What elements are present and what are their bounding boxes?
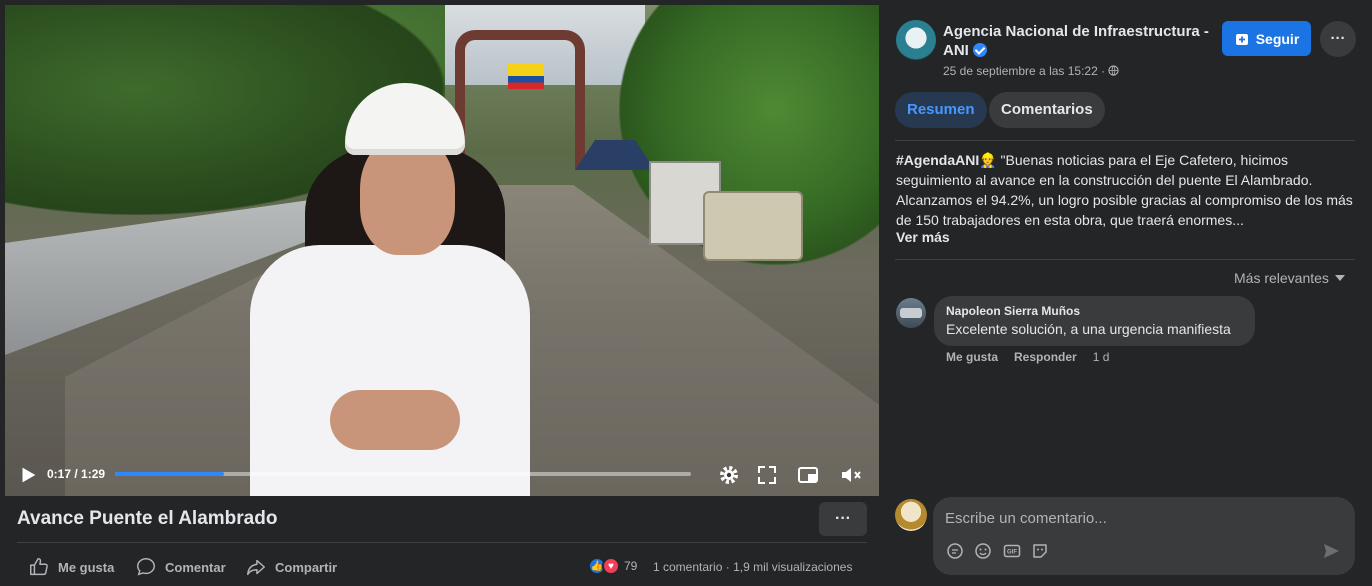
comment-author[interactable]: Napoleon Sierra Muños bbox=[946, 304, 1243, 318]
sticker-icon[interactable] bbox=[945, 541, 965, 561]
comment-count[interactable]: 1 comentario bbox=[653, 560, 722, 574]
settings-gear-icon[interactable] bbox=[717, 463, 741, 487]
comment-text: Excelente solución, a una urgencia manif… bbox=[946, 321, 1231, 337]
comment-age[interactable]: 1 d bbox=[1093, 350, 1110, 364]
globe-icon bbox=[1108, 65, 1120, 76]
muted-volume-icon[interactable] bbox=[839, 463, 863, 487]
sticker-face-icon[interactable] bbox=[1030, 541, 1050, 561]
reaction-summary[interactable]: 👍 ♥ 79 bbox=[588, 557, 637, 575]
comment-input[interactable] bbox=[945, 507, 1335, 529]
video-controls: 0:17 / 1:29 bbox=[5, 455, 879, 495]
follow-button[interactable]: Seguir bbox=[1222, 21, 1311, 56]
like-label: Me gusta bbox=[58, 559, 115, 575]
view-count: 1,9 mil visualizaciones bbox=[733, 560, 853, 574]
divider bbox=[17, 542, 867, 543]
share-label: Compartir bbox=[275, 559, 338, 575]
video-frame-bridge bbox=[455, 30, 585, 170]
stats-separator: · bbox=[725, 560, 734, 574]
comment-bubble: Napoleon Sierra Muños Excelente solución… bbox=[934, 296, 1255, 346]
post-actions-bar: Me gusta Comentar Compartir 👍 ♥ 79 1 com… bbox=[0, 550, 880, 584]
divider bbox=[895, 140, 1355, 141]
play-button[interactable] bbox=[17, 464, 39, 486]
video-frame-flag bbox=[508, 63, 544, 89]
chevron-down-icon bbox=[1334, 275, 1345, 281]
comment-like-link[interactable]: Me gusta bbox=[946, 350, 998, 364]
tab-comments[interactable]: Comentarios bbox=[989, 92, 1105, 128]
comment-label: Comentar bbox=[165, 559, 226, 575]
follow-label: Seguir bbox=[1255, 30, 1300, 47]
sort-label: Más relevantes bbox=[1234, 270, 1329, 286]
video-title: Avance Puente el Alambrado bbox=[17, 508, 278, 529]
video-panel: 0:17 / 1:29 Avance Puente el Alambrado ·… bbox=[0, 0, 880, 586]
page-avatar[interactable] bbox=[896, 20, 936, 60]
comment-actions: Me gusta Responder 1 d bbox=[946, 350, 1109, 364]
page-name-link[interactable]: Agencia Nacional de Infraestructura - AN… bbox=[943, 22, 1213, 60]
like-button[interactable]: Me gusta bbox=[28, 550, 114, 584]
tab-summary[interactable]: Resumen bbox=[895, 92, 987, 128]
video-frame-trailer bbox=[703, 191, 803, 261]
video-player[interactable] bbox=[5, 5, 879, 496]
commenter-avatar[interactable] bbox=[896, 298, 926, 328]
video-frame-hands bbox=[330, 390, 460, 450]
see-more-link[interactable]: Ver más bbox=[896, 229, 950, 245]
post-date-text: 25 de septiembre a las 15:22 · bbox=[943, 64, 1106, 78]
post-details-panel: Agencia Nacional de Infraestructura - AN… bbox=[880, 0, 1372, 586]
post-more-button[interactable]: ··· bbox=[819, 502, 867, 536]
worker-emoji: 👷 bbox=[979, 152, 997, 168]
comment-composer: GIF bbox=[933, 497, 1355, 575]
post-timestamp[interactable]: 25 de septiembre a las 15:22 · bbox=[943, 64, 1120, 78]
gif-icon[interactable]: GIF bbox=[1002, 541, 1022, 561]
add-page-icon bbox=[1235, 33, 1248, 45]
fullscreen-icon[interactable] bbox=[755, 463, 779, 487]
divider bbox=[895, 259, 1355, 260]
comment-sort-dropdown[interactable]: Más relevantes bbox=[1234, 270, 1345, 286]
comment-reply-link[interactable]: Responder bbox=[1014, 350, 1077, 364]
reaction-count: 79 bbox=[624, 559, 638, 573]
video-progress-bar[interactable] bbox=[115, 472, 691, 476]
comment-button[interactable]: Comentar bbox=[135, 550, 226, 584]
video-time: 0:17 / 1:29 bbox=[47, 467, 106, 481]
verified-badge-icon bbox=[972, 43, 987, 57]
post-description: #AgendaANI👷 "Buenas noticias para el Eje… bbox=[896, 150, 1356, 230]
emoji-icon[interactable] bbox=[973, 541, 993, 561]
page-options-button[interactable]: ··· bbox=[1320, 21, 1356, 57]
svg-text:GIF: GIF bbox=[1007, 550, 1017, 556]
love-reaction-icon: ♥ bbox=[602, 557, 620, 575]
thumbs-up-icon bbox=[30, 558, 48, 576]
share-arrow-icon bbox=[247, 559, 265, 576]
hashtag-link[interactable]: #AgendaANI bbox=[896, 152, 979, 168]
current-user-avatar[interactable] bbox=[895, 499, 927, 531]
post-stats: 1 comentario · 1,9 mil visualizaciones bbox=[653, 560, 852, 574]
picture-in-picture-icon[interactable] bbox=[796, 463, 820, 487]
send-icon[interactable] bbox=[1321, 541, 1341, 561]
play-icon bbox=[22, 467, 36, 483]
video-progress-fill bbox=[115, 472, 225, 476]
share-button[interactable]: Compartir bbox=[245, 550, 337, 584]
comment-bubble-icon bbox=[137, 558, 155, 576]
post-title-row: Avance Puente el Alambrado ··· bbox=[0, 496, 880, 542]
